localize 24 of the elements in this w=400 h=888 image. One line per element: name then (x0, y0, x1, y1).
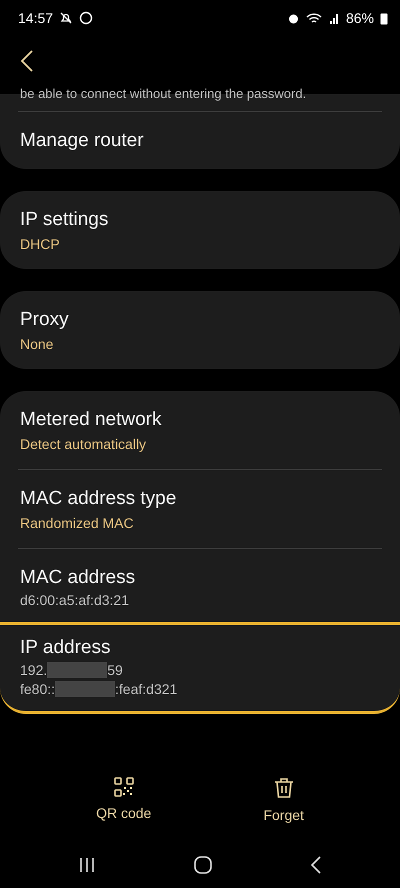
battery-icon (380, 12, 388, 24)
note-text: be able to connect without entering the password. (19, 86, 308, 103)
mute-icon (59, 11, 74, 25)
redaction-block (55, 681, 116, 697)
status-time: 14:57 (18, 10, 54, 26)
settings-item[interactable]: Manage router (0, 112, 400, 169)
signal-icon (328, 12, 340, 24)
settings-item[interactable]: IP settings DHCP (0, 191, 400, 269)
settings-item[interactable]: MAC address type Randomized MAC (0, 470, 400, 548)
recent-apps-icon (78, 856, 96, 874)
back-icon (20, 49, 34, 73)
settings-item[interactable]: Metered network Detect automatically (0, 391, 400, 469)
action-button[interactable]: Forget (257, 776, 310, 824)
settings-item[interactable]: Proxy None (0, 291, 400, 369)
action-button[interactable]: QR code (90, 776, 158, 824)
home-icon (192, 855, 213, 875)
back-icon (310, 855, 322, 875)
battery-percent: 86% (346, 10, 374, 26)
info-item: MAC address d6:00:a5:af:d3:21 (19, 566, 136, 610)
info-item: IP address 192. 59 fe80:: :feaf:d321 (0, 622, 400, 714)
redaction-block (47, 662, 108, 678)
qr-code-icon (114, 777, 134, 797)
wifi-icon (306, 12, 322, 24)
trash-icon (274, 777, 294, 799)
